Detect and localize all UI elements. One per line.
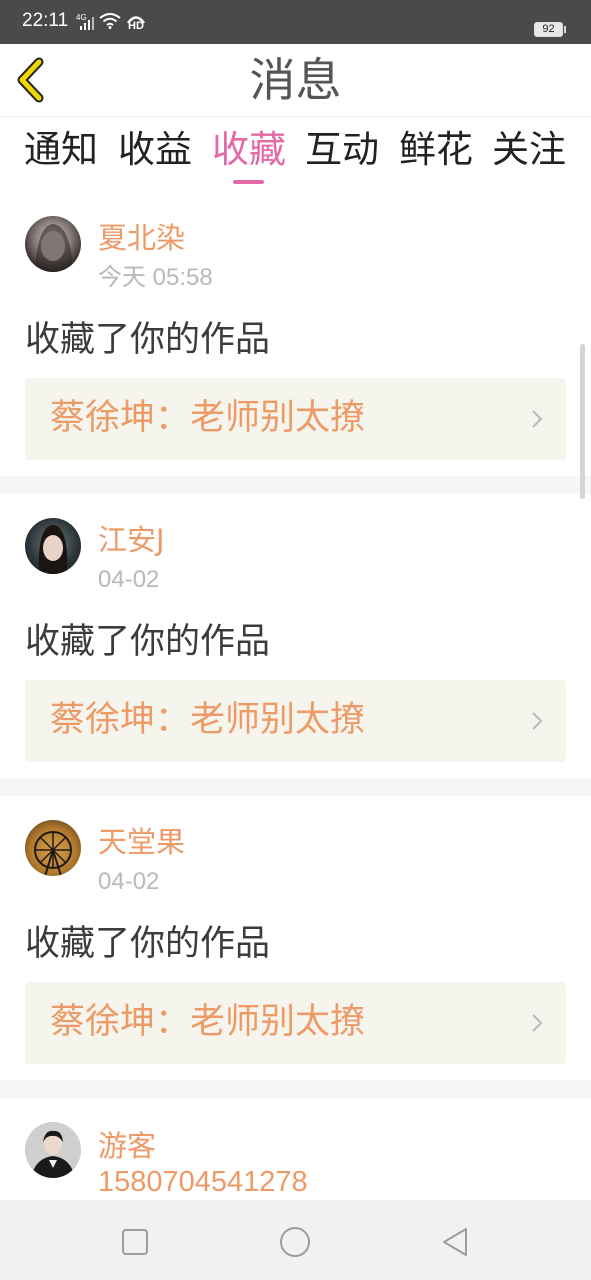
tab-flowers[interactable]: 鲜花 <box>391 126 481 174</box>
work-link[interactable]: 蔡徐坤：老师别太撩 <box>25 680 566 762</box>
tab-bar: 通知 收益 收藏 互动 鲜花 关注 <box>0 116 591 192</box>
battery-icon: 92 <box>534 22 566 37</box>
message-time: 04-02 <box>98 566 160 593</box>
signal-icon: 4G <box>76 13 94 31</box>
chevron-right-icon <box>532 410 543 428</box>
avatar[interactable] <box>25 518 81 574</box>
avatar[interactable] <box>25 216 81 272</box>
hd-call-icon: HD <box>126 14 146 32</box>
wifi-icon <box>99 13 121 33</box>
home-icon[interactable] <box>275 1222 315 1262</box>
ferris-wheel-image <box>34 831 72 876</box>
message-time: 04-02 <box>98 868 160 895</box>
work-link[interactable]: 蔡徐坤：老师别太撩 <box>25 378 566 460</box>
work-title: 蔡徐坤：老师别太撩 <box>50 700 366 740</box>
message-action: 收藏了你的作品 <box>25 320 271 360</box>
avatar[interactable] <box>25 1122 81 1178</box>
status-bar: 22:11 4G HD 92 <box>0 0 591 44</box>
message-action: 收藏了你的作品 <box>25 924 271 964</box>
status-icons: 4G HD <box>76 12 146 34</box>
chevron-right-icon <box>532 1014 543 1032</box>
avatar-image <box>38 525 68 574</box>
work-title: 蔡徐坤：老师别太撩 <box>50 1002 366 1042</box>
status-time: 22:11 <box>22 10 69 31</box>
system-nav-bar <box>0 1200 591 1280</box>
work-title: 蔡徐坤：老师别太撩 <box>50 398 366 438</box>
avatar[interactable] <box>25 820 81 876</box>
hd-label: HD <box>128 20 144 32</box>
message-card: 江安J 04-02 收藏了你的作品 蔡徐坤：老师别太撩 <box>0 494 591 778</box>
tab-following[interactable]: 关注 <box>484 126 574 174</box>
tab-earnings[interactable]: 收益 <box>110 126 200 174</box>
message-card: 游客 1580704541278 <box>0 1098 591 1200</box>
divider <box>0 778 591 796</box>
avatar-image <box>35 224 73 272</box>
tab-notifications[interactable]: 通知 <box>16 126 106 174</box>
scrollbar[interactable] <box>580 344 585 499</box>
divider <box>0 1080 591 1098</box>
work-link[interactable]: 蔡徐坤：老师别太撩 <box>25 982 566 1064</box>
tab-interactions[interactable]: 互动 <box>297 126 387 174</box>
username[interactable]: 天堂果 <box>98 824 185 860</box>
tab-favorites[interactable]: 收藏 <box>204 126 294 174</box>
message-card: 夏北染 今天 05:58 收藏了你的作品 蔡徐坤：老师别太撩 <box>0 192 591 476</box>
recent-apps-icon[interactable] <box>115 1222 155 1262</box>
header: 消息 <box>0 44 591 117</box>
page-title: 消息 <box>249 53 342 107</box>
active-tab-indicator <box>233 180 264 184</box>
back-nav-icon[interactable] <box>436 1222 476 1262</box>
message-time: 1580704541278 <box>98 1166 308 1198</box>
username[interactable]: 夏北染 <box>98 220 185 256</box>
avatar-image <box>25 1122 81 1178</box>
username[interactable]: 江安J <box>98 522 165 558</box>
message-time: 今天 05:58 <box>98 264 213 291</box>
username[interactable]: 游客 <box>98 1128 156 1164</box>
divider <box>0 476 591 494</box>
message-action: 收藏了你的作品 <box>25 622 271 662</box>
message-card: 天堂果 04-02 收藏了你的作品 蔡徐坤：老师别太撩 <box>0 796 591 1080</box>
chevron-right-icon <box>532 712 543 730</box>
